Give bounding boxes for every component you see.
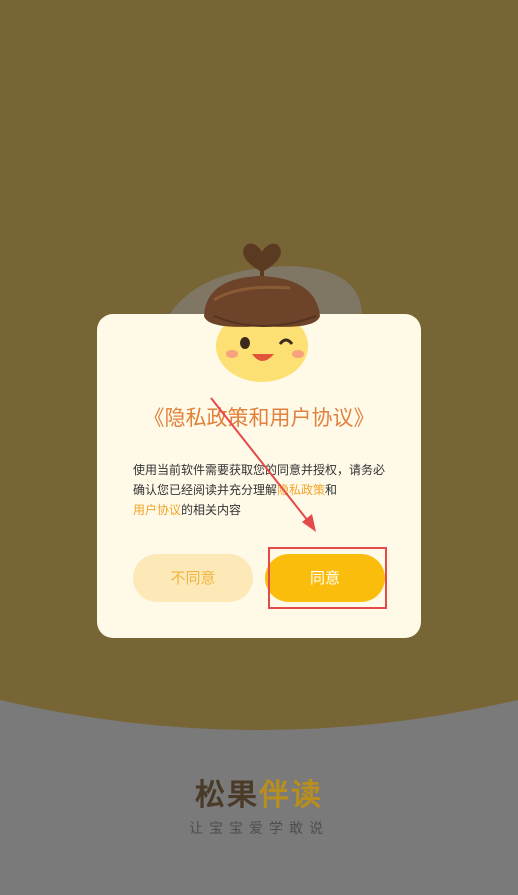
brand-slogan: 让宝宝爱学敢说 xyxy=(189,821,329,837)
brand-title-part1: 松果 xyxy=(195,778,259,813)
red-arrow-icon xyxy=(210,397,316,532)
brand-title: 松果伴读 xyxy=(0,770,518,814)
brand-title-part2: 伴读 xyxy=(259,778,323,813)
